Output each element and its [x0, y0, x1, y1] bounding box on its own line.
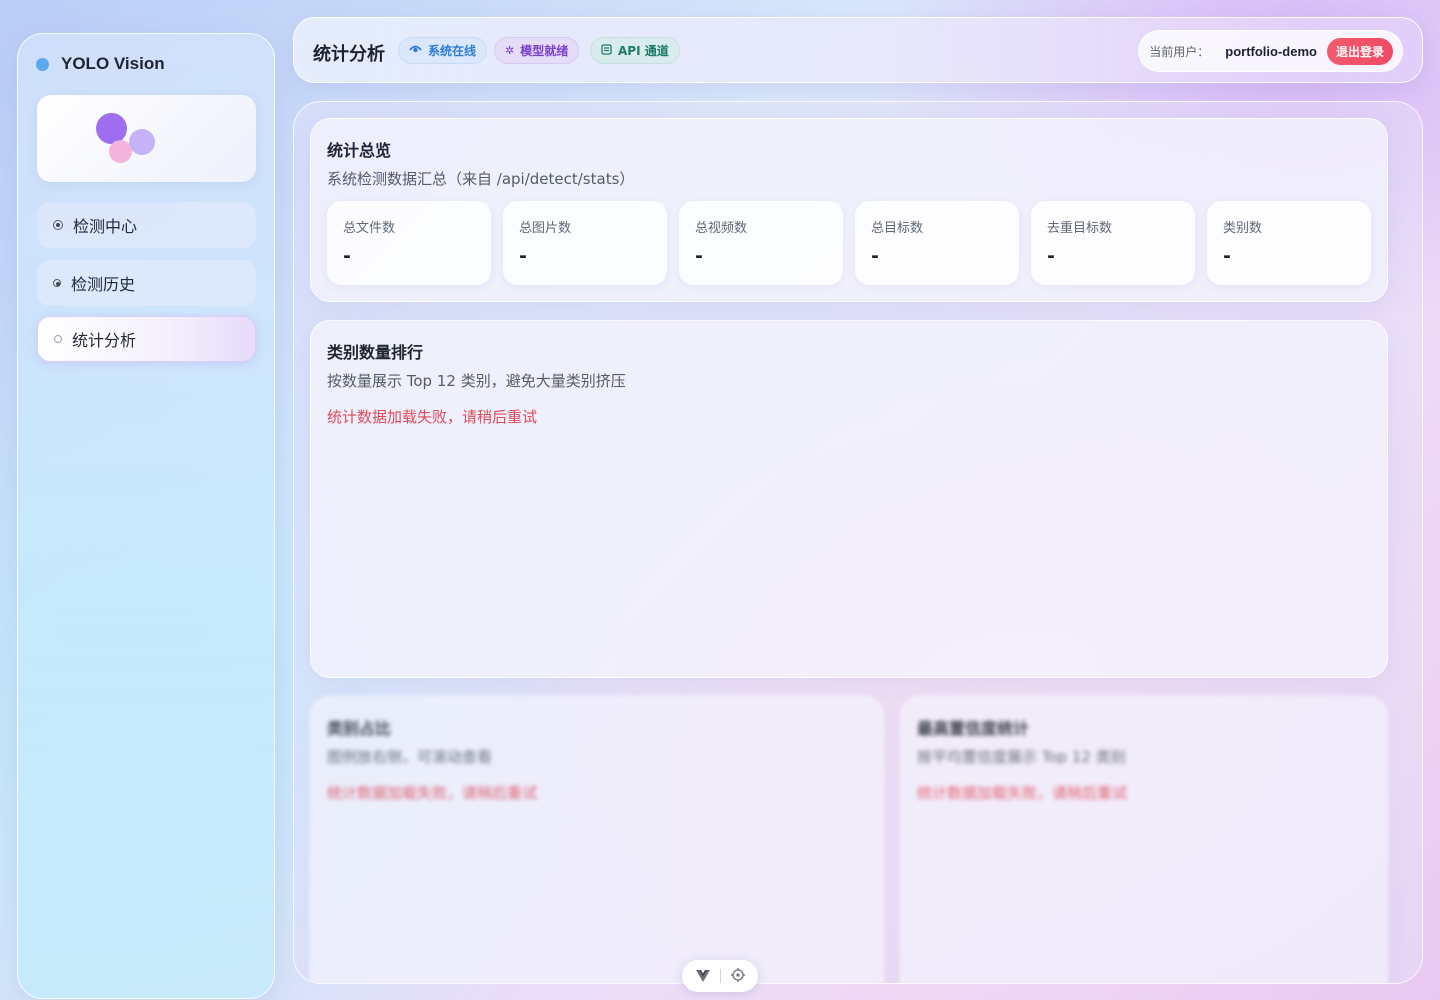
stat-card-total-files: 总文件数 -	[327, 201, 491, 285]
stat-value: -	[1223, 245, 1231, 267]
stat-label: 总视频数	[695, 221, 748, 236]
ranking-error: 统计数据加载失败，请稍后重试	[327, 408, 538, 426]
ranking-subtitle: 按数量展示 Top 12 类别，避免大量类别挤压	[327, 372, 626, 390]
sidebar-item-label: 检测中心	[73, 217, 138, 236]
category-ranking-panel: 类别数量排行 按数量展示 Top 12 类别，避免大量类别挤压 统计数据加载失败…	[310, 320, 1388, 678]
confidence-title: 最高置信度统计	[917, 719, 1030, 738]
sidebar-item-statistics[interactable]: 统计分析	[37, 316, 256, 362]
confidence-subtitle: 按平均置信度展示 Top 12 类别	[917, 748, 1126, 766]
stat-value: -	[1047, 245, 1055, 267]
overview-subtitle: 系统检测数据汇总（来自 /api/detect/stats）	[327, 170, 635, 188]
stat-card-total-images: 总图片数 -	[503, 201, 667, 285]
stat-card-total-videos: 总视频数 -	[679, 201, 843, 285]
logo-blob-pink-icon	[109, 140, 132, 163]
radio-filled-icon	[53, 220, 63, 230]
stat-card-categories: 类别数 -	[1207, 201, 1371, 285]
stat-card-unique-targets: 去重目标数 -	[1031, 201, 1195, 285]
sidebar: YOLO Vision 检测中心 检测历史 统计分析	[17, 33, 275, 999]
confidence-error: 统计数据加载失败，请稍后重试	[917, 784, 1128, 802]
logo-card	[37, 95, 256, 182]
top-header: 统计分析 系统在线 ✲ 模型就绪 API 通道 当前用户： portfolio-…	[293, 17, 1423, 83]
status-badge-api: API 通道	[590, 37, 680, 64]
stat-value: -	[695, 245, 703, 267]
main-content: 统计总览 系统检测数据汇总（来自 /api/detect/stats） 总文件数…	[293, 101, 1423, 984]
brand-name: YOLO Vision	[61, 54, 165, 73]
overview-title: 统计总览	[327, 141, 392, 160]
ranking-title: 类别数量排行	[327, 343, 424, 362]
sidebar-item-detect-history[interactable]: 检测历史	[37, 260, 256, 306]
badge-label: 系统在线	[428, 44, 477, 58]
radio-empty-icon	[54, 335, 62, 343]
user-box: 当前用户： portfolio-demo 退出登录	[1138, 30, 1403, 72]
stat-value: -	[519, 245, 527, 267]
document-icon	[601, 43, 612, 58]
logo-blob-lavender-icon	[129, 129, 155, 155]
eye-icon	[409, 44, 422, 57]
brand: YOLO Vision	[36, 54, 165, 74]
stat-label: 总图片数	[519, 221, 572, 236]
confidence-panel: 最高置信度统计 按平均置信度展示 Top 12 类别 统计数据加载失败，请稍后重…	[900, 696, 1388, 983]
divider	[719, 969, 721, 983]
sidebar-item-label: 统计分析	[72, 331, 137, 350]
stat-label: 去重目标数	[1047, 221, 1113, 236]
devtools-pill[interactable]	[682, 960, 758, 992]
badge-label: API 通道	[618, 44, 669, 58]
stat-value: -	[343, 245, 351, 267]
ratio-error: 统计数据加载失败，请稍后重试	[327, 784, 538, 802]
page-title: 统计分析	[313, 44, 385, 65]
current-user-label: 当前用户：	[1149, 44, 1210, 59]
stat-label: 总文件数	[343, 221, 396, 236]
radio-small-icon	[53, 279, 61, 287]
status-badge-model: ✲ 模型就绪	[494, 37, 580, 64]
logout-button[interactable]: 退出登录	[1326, 37, 1393, 65]
stat-value: -	[871, 245, 879, 267]
badge-label: 模型就绪	[520, 44, 569, 58]
overview-panel: 统计总览 系统检测数据汇总（来自 /api/detect/stats） 总文件数…	[310, 118, 1388, 302]
ratio-subtitle: 图例放右侧，可滚动查看	[327, 748, 493, 766]
category-ratio-panel: 类别占比 图例放右侧，可滚动查看 统计数据加载失败，请稍后重试	[310, 696, 884, 983]
ratio-title: 类别占比	[327, 719, 392, 738]
stat-label: 总目标数	[871, 221, 924, 236]
stat-card-total-targets: 总目标数 -	[855, 201, 1019, 285]
crosshair-icon[interactable]	[730, 967, 745, 986]
status-badge-online: 系统在线	[398, 37, 488, 64]
current-user-name: portfolio-demo	[1225, 43, 1317, 59]
vue-logo-icon[interactable]	[695, 967, 710, 986]
sidebar-item-label: 检测历史	[71, 275, 136, 294]
stat-label: 类别数	[1223, 221, 1263, 236]
gear-icon: ✲	[505, 44, 515, 57]
sidebar-item-detect-center[interactable]: 检测中心	[37, 202, 256, 248]
brand-dot-icon	[36, 57, 49, 71]
